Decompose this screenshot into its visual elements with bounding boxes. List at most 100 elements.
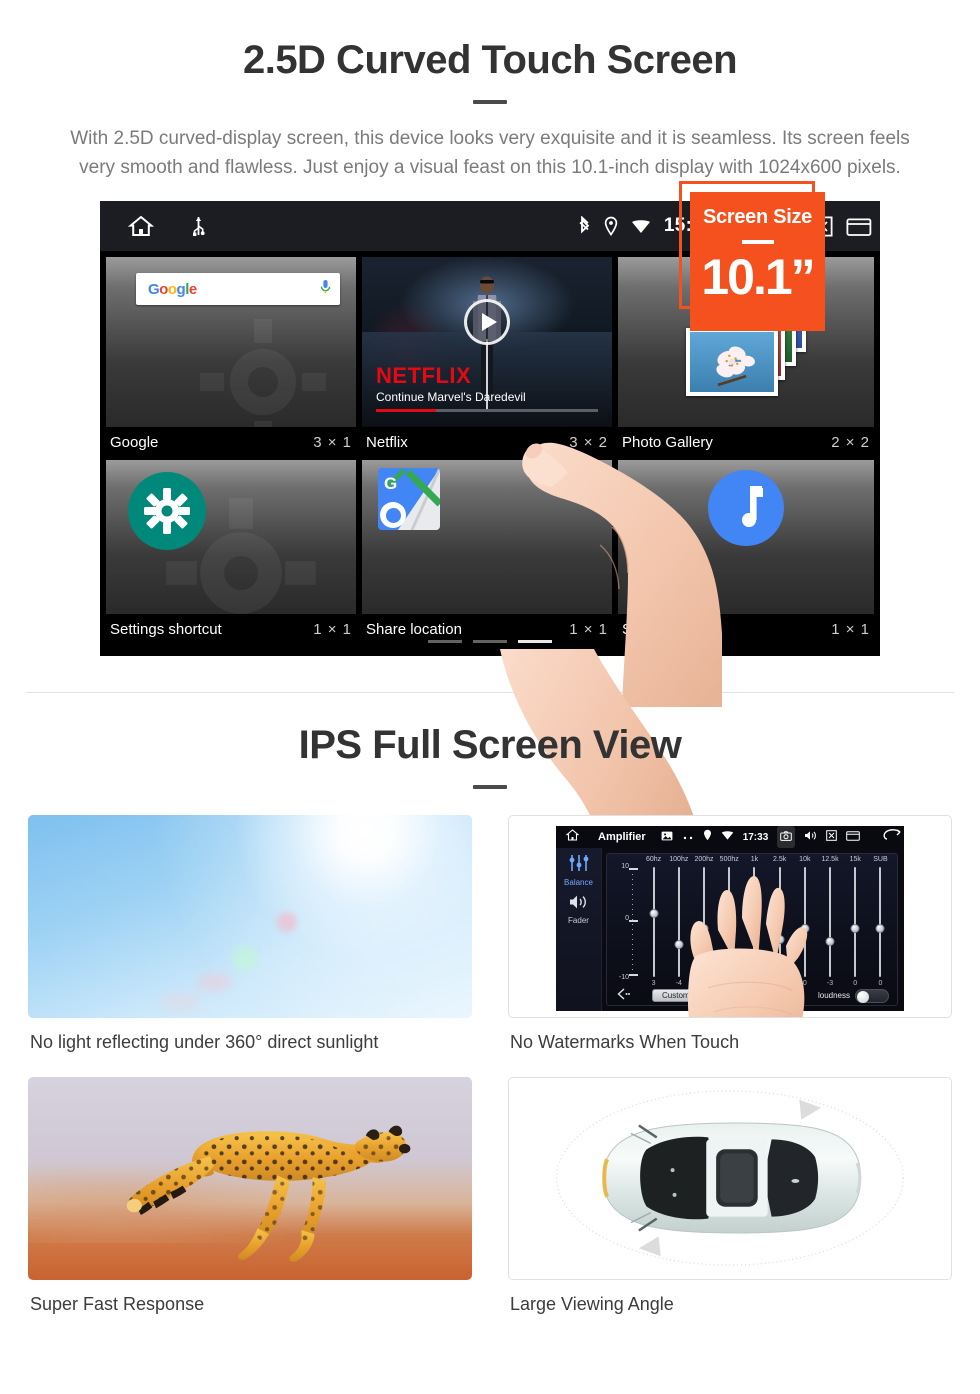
panel-caption: No Watermarks When Touch xyxy=(510,1032,740,1052)
page-dot[interactable] xyxy=(428,640,462,643)
android-screenshot: 15:06 Google Google 3 × 1 NETFLIX Contin… xyxy=(100,181,880,914)
close-box-icon[interactable] xyxy=(826,828,838,846)
netflix-subtitle: Continue Marvel's Daredevil xyxy=(376,390,526,404)
eq-band-label: 60hz xyxy=(646,856,662,863)
lens-flare xyxy=(161,993,202,1010)
widget-share-location[interactable]: G Share location 1 × 1 xyxy=(362,460,613,647)
sliders-icon[interactable] xyxy=(568,854,590,877)
microphone-icon[interactable] xyxy=(320,279,331,300)
play-icon[interactable] xyxy=(464,298,511,345)
netflix-brand: NETFLIX xyxy=(376,363,472,388)
tab-fader-label[interactable]: Fader xyxy=(568,916,589,925)
recents-icon[interactable] xyxy=(846,216,872,237)
widget-netflix[interactable]: NETFLIX Continue Marvel's Daredevil Netf… xyxy=(362,257,613,460)
eq-slider[interactable] xyxy=(641,867,666,977)
eq-band-label: 2.5k xyxy=(773,856,787,863)
chevron-left-icon[interactable] xyxy=(617,987,630,1005)
eq-slider[interactable] xyxy=(868,867,893,977)
eq-value: 0 xyxy=(878,980,883,987)
running-cheetah xyxy=(126,1125,411,1262)
widget-row-2: Settings shortcut 1 × 1 G Share location… xyxy=(104,460,876,647)
eq-band-label: 12.5k xyxy=(821,856,839,863)
eq-axis-label: -10 xyxy=(618,974,629,981)
feature-grid: No light reflecting under 360° direct su… xyxy=(22,815,958,1315)
home-icon[interactable] xyxy=(565,828,580,846)
eq-band-label: 1k xyxy=(750,856,759,863)
widget-share-location-preview: G xyxy=(362,460,613,614)
eq-slider[interactable] xyxy=(843,867,868,977)
page-indicator[interactable] xyxy=(100,640,880,643)
loudness-control[interactable]: loudness xyxy=(817,988,889,1003)
panel-caption: Large Viewing Angle xyxy=(510,1294,674,1314)
back-icon[interactable] xyxy=(883,828,901,846)
widget-google[interactable]: Google Google 3 × 1 xyxy=(106,257,357,460)
widget-dims: 3 × 2 xyxy=(569,434,609,451)
page-dot-active[interactable] xyxy=(518,640,552,643)
camera-icon[interactable] xyxy=(777,826,796,848)
eq-slider[interactable] xyxy=(817,867,842,977)
widget-sound-search[interactable]: Sound Search 1 × 1 xyxy=(618,460,874,647)
volume-icon[interactable] xyxy=(804,828,817,846)
widget-dims: 3 × 1 xyxy=(313,434,353,451)
eq-value: 3 xyxy=(651,980,656,987)
section-description: With 2.5D curved-display screen, this de… xyxy=(70,128,910,178)
home-icon[interactable] xyxy=(128,214,154,238)
speaker-icon[interactable] xyxy=(568,894,590,915)
eq-value: -3 xyxy=(826,980,834,987)
music-note-icon xyxy=(708,470,785,546)
cheetah-image xyxy=(28,1077,472,1280)
title-divider-2 xyxy=(473,785,507,789)
widget-label: Google 3 × 1 xyxy=(106,427,356,460)
tab-balance-label[interactable]: Balance xyxy=(564,878,593,887)
status-badge: Screen Size 10.1” xyxy=(679,181,825,331)
more-icon[interactable] xyxy=(682,828,694,846)
widget-netflix-preview: NETFLIX Continue Marvel's Daredevil xyxy=(362,257,613,427)
gallery-icon[interactable] xyxy=(661,828,673,846)
location-icon[interactable] xyxy=(604,216,618,236)
loudness-label: loudness xyxy=(817,991,850,1000)
wifi-icon[interactable] xyxy=(721,828,734,846)
search-input[interactable]: Google xyxy=(136,273,341,305)
page-title: 2.5D Curved Touch Screen xyxy=(242,38,738,82)
widget-name: Netflix xyxy=(366,434,408,451)
eq-value: 0 xyxy=(853,980,858,987)
gear-watermark-icon xyxy=(200,319,327,427)
location-icon[interactable] xyxy=(703,828,712,846)
widget-settings-preview xyxy=(106,460,357,614)
panel-caption: No light reflecting under 360° direct su… xyxy=(30,1032,379,1052)
widget-label: Netflix 3 × 2 xyxy=(362,427,612,460)
recents-icon[interactable] xyxy=(846,828,861,846)
page-dot[interactable] xyxy=(473,640,507,643)
widget-google-preview: Google xyxy=(106,257,357,427)
amplifier-title: Amplifier xyxy=(598,831,646,843)
amplifier-screen: Amplifier 17:33 Balance Fader 60hz 100hz… xyxy=(556,826,904,1017)
widget-label: Photo Gallery 2 × 2 xyxy=(618,427,874,460)
wifi-icon[interactable] xyxy=(631,218,651,235)
title-divider xyxy=(473,100,507,104)
widget-dims: 1 × 1 xyxy=(569,621,609,638)
gear-watermark-icon xyxy=(166,498,316,614)
widget-settings-shortcut[interactable]: Settings shortcut 1 × 1 xyxy=(106,460,357,647)
usb-icon[interactable] xyxy=(192,215,205,237)
bluetooth-icon[interactable] xyxy=(579,216,591,236)
eq-band-label: SUB xyxy=(873,856,888,863)
section-ips-full-screen-view: IPS Full Screen View No light reflecting… xyxy=(0,693,980,1315)
eq-band-labels: 60hz 100hz 200hz 500hz 1k 2.5k 10k 12.5k… xyxy=(641,856,893,863)
amplifier-image: Amplifier 17:33 Balance Fader 60hz 100hz… xyxy=(508,815,952,1018)
widget-dims: 1 × 1 xyxy=(831,621,870,638)
widget-dims: 2 × 2 xyxy=(831,434,870,451)
eq-axis-label: 10 xyxy=(621,863,629,870)
page-title-2: IPS Full Screen View xyxy=(298,723,682,767)
widget-name: Settings shortcut xyxy=(110,621,222,638)
badge-fill: Screen Size 10.1” xyxy=(690,192,825,331)
amplifier-clock: 17:33 xyxy=(742,831,769,843)
widget-dims: 1 × 1 xyxy=(313,621,353,638)
loudness-toggle[interactable] xyxy=(855,988,889,1003)
widget-sound-search-preview xyxy=(618,460,874,614)
feature-panel-viewing-angle: Large Viewing Angle xyxy=(490,1053,958,1315)
section-curved-touch-screen: 2.5D Curved Touch Screen With 2.5D curve… xyxy=(0,0,980,914)
panel-caption: Super Fast Response xyxy=(30,1294,205,1314)
feature-panel-cheetah: Super Fast Response xyxy=(22,1053,490,1315)
svg-text:G: G xyxy=(384,474,397,493)
eq-band-label: 200hz xyxy=(694,856,714,863)
